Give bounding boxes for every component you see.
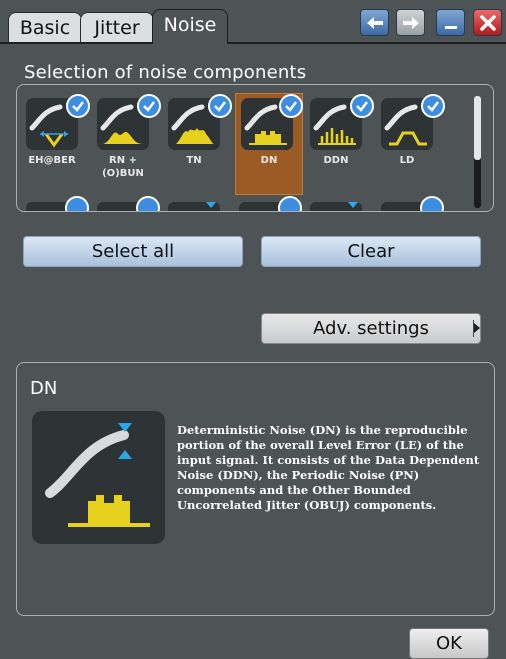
back-icon xyxy=(366,16,383,29)
dn-large-icon xyxy=(45,423,150,527)
tab-divider xyxy=(0,42,506,44)
component-label: TN xyxy=(186,155,202,166)
close-button[interactable] xyxy=(473,9,502,36)
select-all-button[interactable]: Select all xyxy=(23,236,243,267)
adv-settings-label: Adv. settings xyxy=(313,318,429,339)
check-icon xyxy=(421,94,445,118)
check-icon xyxy=(208,94,232,118)
component-label: RN + (O)BUN xyxy=(102,155,144,179)
check-icon xyxy=(65,196,89,211)
tab-noise[interactable]: Noise xyxy=(152,9,228,44)
forward-button[interactable] xyxy=(396,9,425,36)
check-icon xyxy=(350,94,374,118)
marker-icon xyxy=(348,202,358,208)
marker-icon xyxy=(206,202,216,208)
check-icon xyxy=(279,94,303,118)
component-label: LD xyxy=(399,155,415,166)
component-label: EH@BER xyxy=(28,155,76,166)
detail-title: DN xyxy=(30,378,58,399)
second-row-partial xyxy=(17,196,472,211)
adv-settings-button[interactable]: Adv. settings xyxy=(261,313,481,344)
scrollbar-thumb[interactable] xyxy=(474,96,481,160)
check-icon xyxy=(137,94,161,118)
section-title: Selection of noise components xyxy=(24,62,307,83)
tab-jitter[interactable]: Jitter xyxy=(80,12,154,42)
detail-description: Deterministic Noise (DN) is the reproduc… xyxy=(177,423,480,512)
forward-icon xyxy=(402,16,419,29)
check-icon xyxy=(66,94,90,118)
check-icon xyxy=(136,196,160,211)
component-label: DDN xyxy=(323,155,349,166)
clear-button[interactable]: Clear xyxy=(261,236,481,267)
minimize-button[interactable] xyxy=(436,9,465,36)
component-label: DN xyxy=(260,155,278,166)
tab-basic[interactable]: Basic xyxy=(8,12,82,42)
minimize-icon xyxy=(444,25,457,29)
back-button[interactable] xyxy=(360,9,389,36)
close-icon xyxy=(479,14,496,31)
ok-button[interactable]: OK xyxy=(409,628,489,659)
check-icon xyxy=(278,196,302,211)
tab-bar: Basic Jitter Noise xyxy=(0,0,506,44)
check-icon xyxy=(420,196,444,211)
submenu-arrow-icon xyxy=(474,323,480,333)
dn-detail-icon xyxy=(32,411,165,544)
